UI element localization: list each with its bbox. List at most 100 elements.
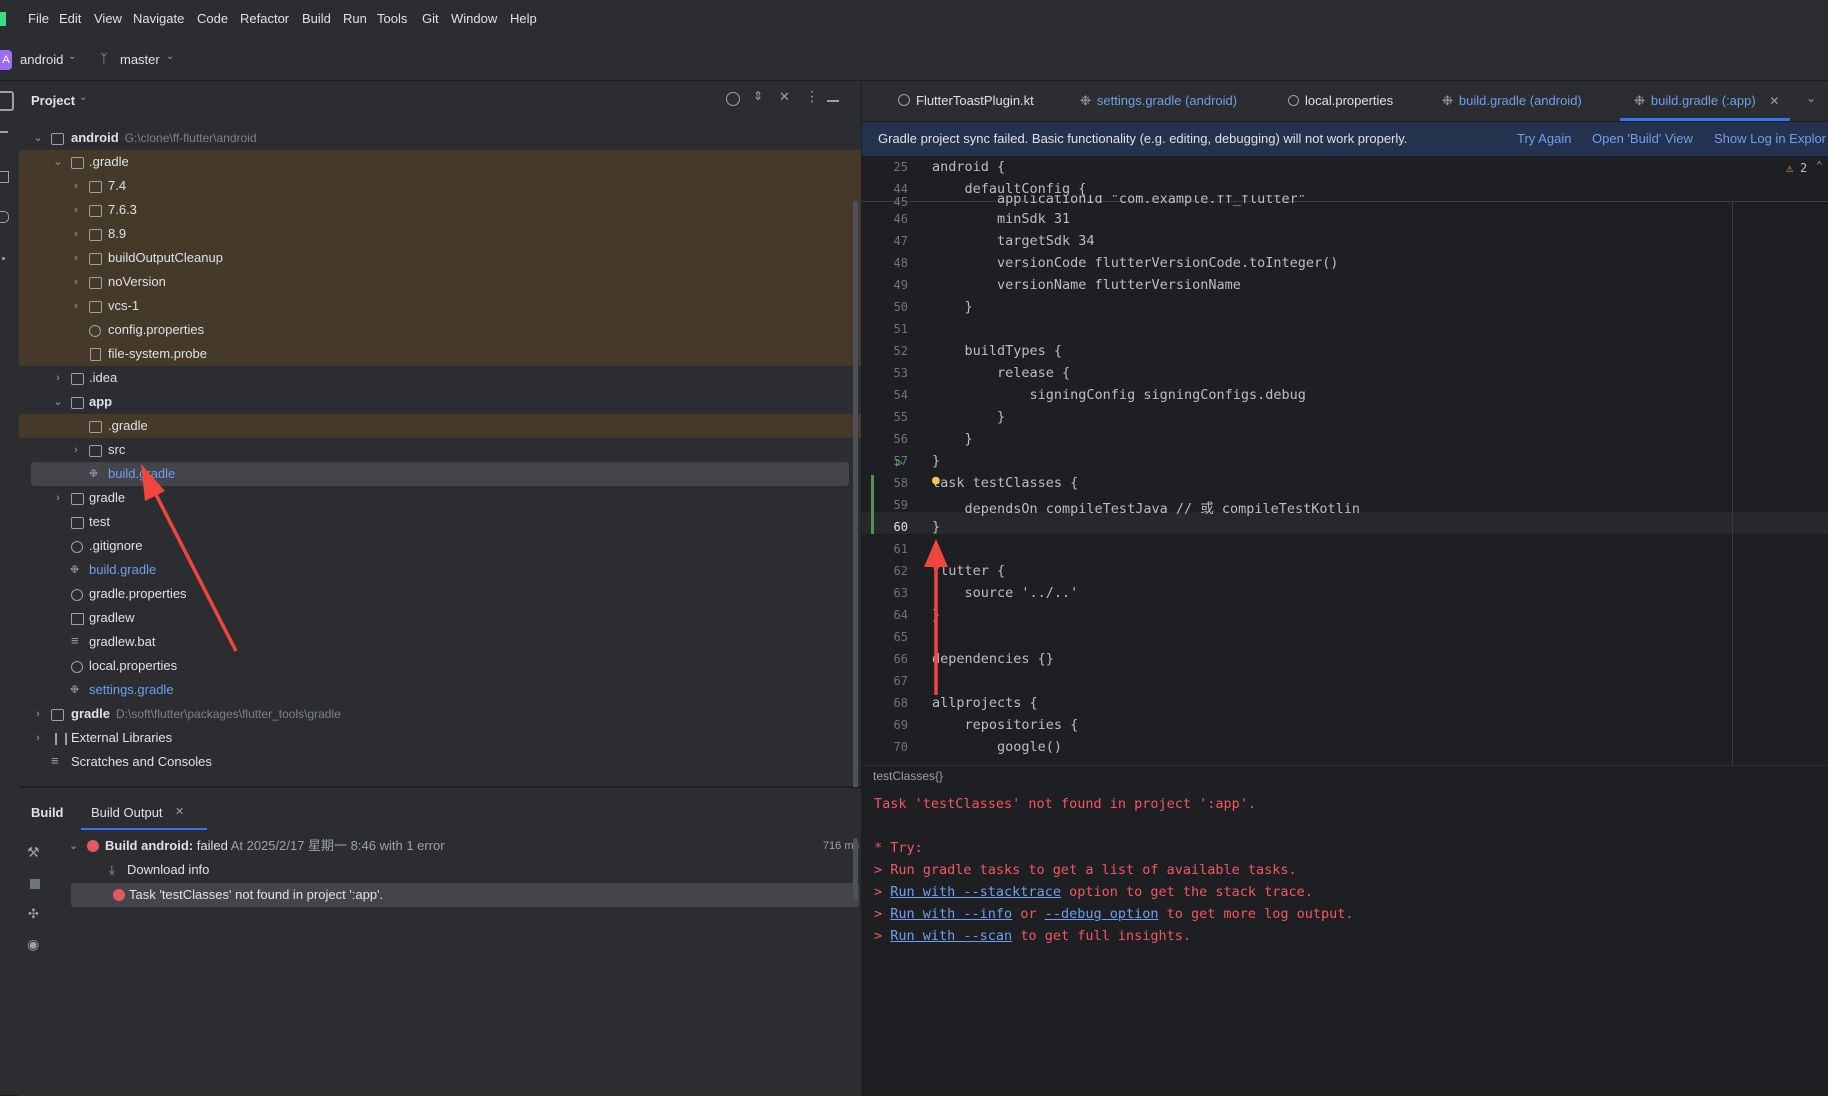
- menu-tools[interactable]: Tools: [377, 11, 407, 26]
- menu-edit[interactable]: Edit: [59, 11, 81, 26]
- gradle-elephant-icon: ❉: [1080, 93, 1091, 108]
- menu-run[interactable]: Run: [343, 11, 367, 26]
- tab-fluttertoastplugin[interactable]: FlutterToastPlugin.kt: [898, 81, 1034, 121]
- eye-icon[interactable]: ◉: [27, 936, 39, 953]
- resource-manager-icon[interactable]: [0, 211, 9, 223]
- project-tool-window: Project ⌄ ⇕ ✕ ⋮ ⌄ android G:\clone\ff-flu…: [19, 81, 861, 861]
- active-tab-underline: [1620, 118, 1790, 121]
- menu-window[interactable]: Window: [451, 11, 497, 26]
- branch-name: master: [120, 52, 160, 67]
- debug-option-link[interactable]: --debug option: [1045, 906, 1159, 922]
- console-text: to get more log output.: [1158, 906, 1354, 922]
- tab-label: settings.gradle (android): [1096, 93, 1238, 108]
- project-tool-icon[interactable]: [0, 91, 14, 111]
- build-scrollbar[interactable]: [853, 838, 858, 900]
- project-name: android: [20, 52, 64, 67]
- console-prefix: >: [874, 884, 891, 900]
- project-badge: A: [0, 50, 12, 70]
- tab-build-gradle-app[interactable]: ❉ build.gradle (:app) ✕: [1634, 81, 1779, 121]
- menu-view[interactable]: View: [94, 11, 122, 26]
- menu-build[interactable]: Build: [302, 11, 331, 26]
- chevron-down-icon[interactable]: ⌄: [69, 834, 78, 858]
- menu-help[interactable]: Help: [510, 11, 537, 26]
- close-icon[interactable]: ✕: [175, 805, 184, 818]
- console-hint-line: > Run with --stacktrace option to get th…: [874, 884, 1313, 900]
- console-try-line: * Try:: [874, 840, 923, 856]
- stacktrace-link[interactable]: Run with --stacktrace: [890, 884, 1061, 900]
- tab-build-gradle-android[interactable]: ❉ build.gradle (android): [1442, 81, 1582, 121]
- commit-tool-icon[interactable]: [0, 131, 8, 133]
- stop-icon[interactable]: [30, 879, 40, 889]
- close-icon[interactable]: ✕: [1769, 94, 1779, 108]
- open-build-view-link[interactable]: Open 'Build' View: [1592, 131, 1693, 146]
- build-detail: At 2025/2/17 星期一 8:46 with 1 error: [230, 838, 445, 853]
- app-logo-icon: [0, 12, 6, 26]
- gradle-elephant-icon: ❉: [1634, 93, 1645, 108]
- console-text: option to get the stack trace.: [1060, 884, 1313, 900]
- menu-git[interactable]: Git: [422, 11, 439, 26]
- error-icon: [87, 840, 99, 852]
- chevron-down-icon: ⌄: [166, 51, 175, 62]
- show-log-link[interactable]: Show Log in Explor: [1714, 131, 1826, 146]
- annotation-arrow: [141, 464, 238, 652]
- console-prefix: >: [874, 928, 891, 944]
- pin-icon[interactable]: ✣: [28, 906, 39, 922]
- active-tab-underline: [81, 828, 207, 830]
- console-text: or: [1012, 906, 1045, 922]
- error-icon: [113, 889, 125, 901]
- error-item-label: Task 'testClasses' not found in project …: [129, 887, 384, 902]
- tab-label: build.gradle (android): [1458, 93, 1582, 108]
- console-text: to get full insights.: [1012, 928, 1191, 944]
- gear-icon: [1288, 95, 1299, 106]
- tab-settings-gradle[interactable]: ❉ settings.gradle (android): [1080, 81, 1237, 121]
- editor-tab-bar: FlutterToastPlugin.kt ❉ settings.gradle (…: [862, 81, 1828, 122]
- chevron-down-icon: ⌄: [68, 51, 77, 62]
- code-editor[interactable]: 25 android { 44 defaultConfig { ⚠ 2 ⌃ 45…: [862, 157, 1828, 765]
- annotation-arrow: [924, 539, 948, 695]
- gradle-sync-banner: Gradle project sync failed. Basic functi…: [862, 122, 1828, 157]
- menu-navigate[interactable]: Navigate: [133, 11, 184, 26]
- tab-build-output[interactable]: Build Output: [91, 805, 163, 820]
- pull-requests-icon[interactable]: [0, 171, 9, 183]
- banner-message: Gradle project sync failed. Basic functi…: [878, 131, 1408, 146]
- chevron-down-icon[interactable]: ⌄: [1806, 91, 1816, 105]
- branch-icon: ᛉ: [100, 51, 108, 66]
- build-tool-window: Build Build Output ✕ ⚒ ✣ ◉ ⌄ Build andro…: [19, 787, 861, 1096]
- kotlin-file-icon: [898, 94, 910, 106]
- editor-breadcrumb[interactable]: testClasses{}: [862, 765, 1828, 788]
- more-tools-icon[interactable]: [2, 257, 5, 260]
- project-scrollbar[interactable]: [853, 201, 858, 861]
- console-prefix: >: [874, 906, 891, 922]
- tab-local-properties[interactable]: local.properties: [1288, 81, 1393, 121]
- tab-build[interactable]: Build: [31, 805, 64, 820]
- breadcrumb-item[interactable]: testClasses{}: [873, 769, 943, 783]
- console-hint-line: > Run gradle tasks to get a list of avai…: [874, 862, 1297, 878]
- build-result-row[interactable]: ⌄ Build android: failed At 2025/2/17 星期一…: [63, 834, 859, 858]
- console-hint-line: > Run with --info or --debug option to g…: [874, 906, 1354, 922]
- project-widget[interactable]: A android ⌄: [0, 48, 84, 72]
- download-icon: ⤓: [109, 862, 115, 877]
- error-item-row[interactable]: Task 'testClasses' not found in project …: [71, 883, 859, 907]
- menu-refactor[interactable]: Refactor: [240, 11, 289, 26]
- download-info-label: Download info: [127, 862, 210, 877]
- menu-code[interactable]: Code: [197, 11, 228, 26]
- hammer-icon[interactable]: ⚒: [27, 844, 40, 861]
- menu-bar: File Edit View Navigate Code Refactor Bu…: [0, 0, 1828, 41]
- download-info-row[interactable]: ⤓ Download info: [63, 858, 859, 882]
- try-again-link[interactable]: Try Again: [1517, 131, 1571, 146]
- left-tool-stripe: [0, 81, 20, 1095]
- tab-label: local.properties: [1305, 93, 1394, 108]
- scan-link[interactable]: Run with --scan: [890, 928, 1012, 944]
- gradle-elephant-icon: ❉: [1442, 93, 1453, 108]
- build-console-output[interactable]: Task 'testClasses' not found in project …: [862, 787, 1828, 1096]
- menu-file[interactable]: File: [28, 11, 49, 26]
- build-result-text: Build android: failed At 2025/2/17 星期一 8…: [105, 834, 445, 858]
- console-error-line: Task 'testClasses' not found in project …: [874, 796, 1257, 812]
- build-result-title: Build android:: [105, 838, 194, 853]
- vcs-branch-widget[interactable]: ᛉ master ⌄: [100, 48, 190, 72]
- tab-label: build.gradle (:app): [1650, 93, 1756, 108]
- console-hint-line: > Run with --scan to get full insights.: [874, 928, 1191, 944]
- build-status: failed: [196, 838, 228, 853]
- main-toolbar: A android ⌄ ᛉ master ⌄: [0, 40, 1828, 81]
- info-link[interactable]: Run with --info: [890, 906, 1012, 922]
